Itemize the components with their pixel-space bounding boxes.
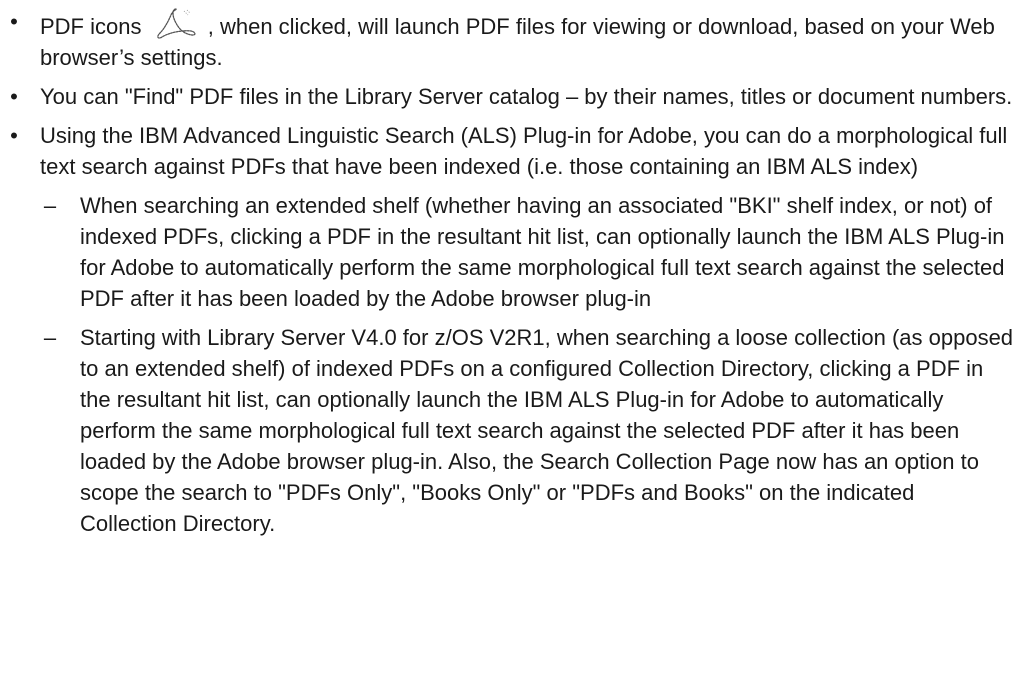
document-page: • PDF icons , when clicked, will launch … xyxy=(0,0,1026,696)
dash-marker: – xyxy=(43,193,57,218)
list-item: • Using the IBM Advanced Linguistic Sear… xyxy=(0,120,1014,539)
sub-list: – When searching an extended shelf (whet… xyxy=(40,190,1014,539)
dash-marker: – xyxy=(43,325,57,350)
list-item: • PDF icons , when clicked, will launch … xyxy=(0,6,1014,73)
bullet-list: • PDF icons , when clicked, will launch … xyxy=(0,6,1014,539)
bullet-marker: • xyxy=(10,123,18,148)
list-item-text: Using the IBM Advanced Linguistic Search… xyxy=(40,123,1008,179)
bullet-marker: • xyxy=(10,84,18,109)
list-item-text: PDF icons xyxy=(40,14,142,39)
bullet-marker: • xyxy=(10,9,18,34)
list-item: • You can "Find" PDF files in the Librar… xyxy=(0,81,1014,112)
sub-list-item-text: Starting with Library Server V4.0 for z/… xyxy=(80,325,1014,536)
adobe-pdf-icon[interactable] xyxy=(154,6,198,40)
sub-list-item: – When searching an extended shelf (whet… xyxy=(40,190,1014,314)
sub-list-item-text: When searching an extended shelf (whethe… xyxy=(80,193,1005,311)
list-item-text: You can "Find" PDF files in the Library … xyxy=(40,84,1013,109)
sub-list-item: – Starting with Library Server V4.0 for … xyxy=(40,322,1014,539)
